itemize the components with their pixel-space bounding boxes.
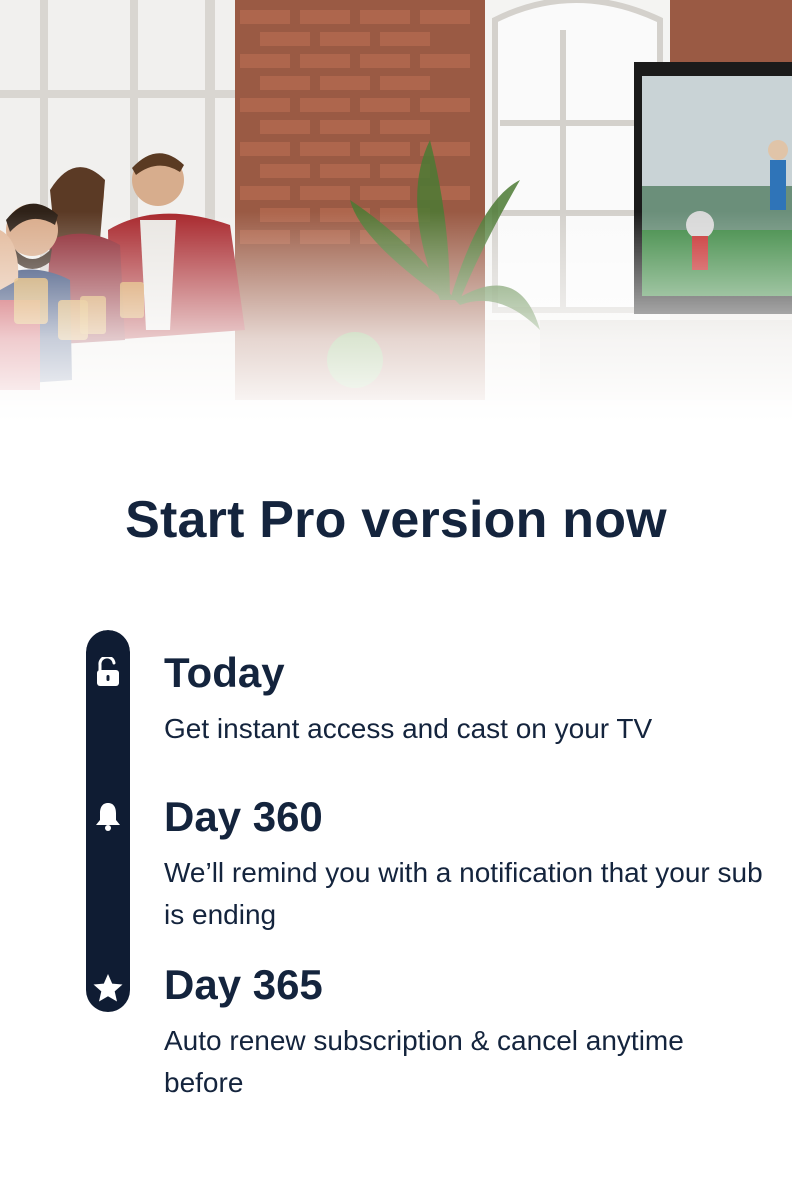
step-description: We’ll remind you with a notification tha… (164, 857, 763, 930)
timeline-track-completed (86, 630, 130, 1012)
step-title: Day 360 (164, 793, 323, 840)
title-bold: Pro version (259, 491, 548, 549)
step-title: Day 365 (164, 961, 323, 1008)
bell-icon (86, 794, 130, 838)
step-description: Auto renew subscription & cancel anytime… (164, 1025, 684, 1098)
title-prefix: Start (125, 491, 260, 549)
step-description: Get instant access and cast on your TV (164, 713, 653, 744)
star-icon (86, 966, 130, 1010)
timeline-step-day-365: Day 365 Auto renew subscription & cancel… (164, 960, 764, 1104)
unlock-icon (86, 650, 130, 694)
timeline-step-today: Today Get instant access and cast on you… (164, 648, 764, 750)
step-title: Today (164, 649, 285, 696)
timeline-track-progress (86, 990, 130, 1180)
timeline-step-day-360: Day 360 We’ll remind you with a notifica… (164, 792, 764, 936)
timeline-track (86, 630, 130, 1180)
title-suffix: now (547, 491, 667, 549)
page-title: Start Pro version now (0, 488, 792, 552)
hero-image (0, 0, 792, 470)
